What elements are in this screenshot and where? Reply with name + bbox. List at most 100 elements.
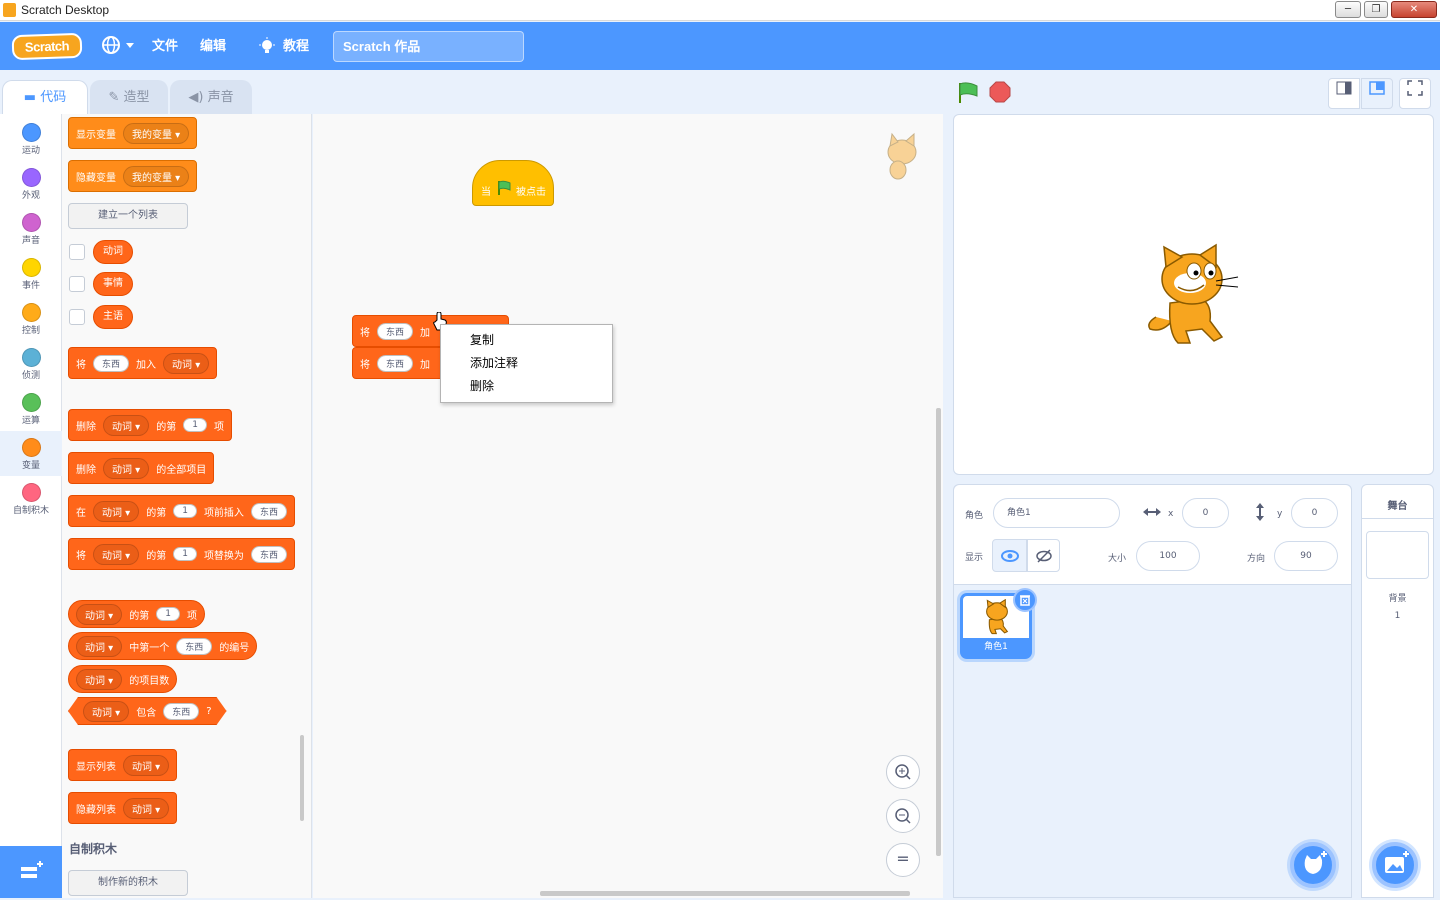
- replace-item-block[interactable]: 将 动词 ▾ 的第 1 项替换为 东西: [68, 538, 295, 570]
- list-checkbox[interactable]: [69, 276, 85, 292]
- item-input[interactable]: 东西: [250, 545, 287, 563]
- delete-sprite-button[interactable]: [1013, 588, 1037, 612]
- variable-dropdown[interactable]: 我的变量 ▾: [123, 165, 190, 187]
- stage-selector-panel[interactable]: 舞台 背景 1: [1361, 484, 1434, 898]
- zoom-in-button[interactable]: [886, 755, 920, 789]
- category-operators[interactable]: 运算: [0, 386, 62, 431]
- index-input[interactable]: 1: [173, 504, 197, 518]
- add-extension-button[interactable]: [0, 846, 62, 898]
- file-menu[interactable]: 文件: [152, 36, 178, 56]
- direction-input[interactable]: 90: [1274, 541, 1338, 571]
- list-reporter-subject[interactable]: 主语: [93, 305, 133, 329]
- tab-sounds[interactable]: ◀) 声音: [170, 80, 252, 114]
- context-menu-duplicate[interactable]: 复制: [441, 329, 612, 352]
- green-flag-button[interactable]: [957, 81, 979, 105]
- tab-costumes[interactable]: ✎ 造型: [90, 80, 168, 114]
- list-dropdown[interactable]: 动词 ▾: [163, 352, 210, 374]
- tab-code[interactable]: ▬ 代码: [2, 80, 88, 114]
- choose-sprite-button[interactable]: [1290, 842, 1336, 888]
- insert-item-block[interactable]: 在 动词 ▾ 的第 1 项前插入 东西: [68, 495, 295, 527]
- index-input[interactable]: 1: [156, 607, 180, 621]
- list-dropdown[interactable]: 动词 ▾: [103, 457, 150, 479]
- edit-menu[interactable]: 编辑: [200, 36, 226, 56]
- list-dropdown[interactable]: 动词 ▾: [103, 414, 150, 436]
- item-input[interactable]: 东西: [176, 637, 213, 655]
- list-dropdown[interactable]: 动词 ▾: [76, 635, 123, 657]
- list-dropdown[interactable]: 动词 ▾: [123, 797, 170, 819]
- index-input[interactable]: 1: [173, 547, 197, 561]
- show-sprite-button[interactable]: [992, 539, 1027, 572]
- category-variables[interactable]: 变量: [0, 431, 62, 476]
- scratch-logo[interactable]: Scratch: [11, 32, 83, 61]
- project-title-input[interactable]: Scratch 作品: [333, 31, 524, 62]
- category-dot: [21, 348, 41, 367]
- list-checkbox[interactable]: [69, 309, 85, 325]
- small-stage-button[interactable]: [1328, 78, 1360, 109]
- make-block-button[interactable]: 制作新的积木: [68, 870, 188, 896]
- choose-backdrop-button[interactable]: [1372, 842, 1418, 888]
- x-input[interactable]: 0: [1182, 498, 1229, 528]
- context-menu-delete[interactable]: 删除: [441, 375, 612, 398]
- item-of-list-reporter[interactable]: 动词 ▾ 的第 1 项: [68, 600, 205, 628]
- list-checkbox[interactable]: [69, 244, 85, 260]
- zoom-out-button[interactable]: [886, 799, 920, 833]
- category-dot: [21, 213, 41, 232]
- item-input[interactable]: 东西: [163, 703, 199, 720]
- list-dropdown[interactable]: 动词 ▾: [123, 754, 170, 776]
- hide-list-block[interactable]: 隐藏列表 动词 ▾: [68, 792, 178, 824]
- maximize-button[interactable]: ❐: [1364, 1, 1388, 18]
- list-dropdown[interactable]: 动词 ▾: [76, 603, 123, 625]
- category-sound[interactable]: 声音: [0, 206, 62, 251]
- category-sensing[interactable]: 侦测: [0, 341, 62, 386]
- index-of-item-reporter[interactable]: 动词 ▾ 中第一个 东西 的编号: [68, 632, 258, 660]
- list-dropdown[interactable]: 动词 ▾: [83, 701, 129, 722]
- script-horizontal-scrollbar[interactable]: [540, 891, 910, 896]
- context-menu-add-comment[interactable]: 添加注释: [441, 352, 612, 375]
- add-to-list-block[interactable]: 将 东西 加入 动词 ▾: [68, 347, 218, 379]
- size-input[interactable]: 100: [1136, 541, 1200, 571]
- tutorials-menu[interactable]: 教程: [283, 36, 309, 56]
- zoom-in-icon: [895, 764, 911, 780]
- length-of-list-reporter[interactable]: 动词 ▾ 的项目数: [68, 665, 178, 693]
- list-dropdown[interactable]: 动词 ▾: [93, 543, 140, 565]
- cat-sprite-icon[interactable]: [1142, 243, 1242, 347]
- language-menu[interactable]: [100, 34, 136, 56]
- list-dropdown[interactable]: 动词 ▾: [93, 500, 140, 522]
- zoom-reset-button[interactable]: =: [886, 843, 920, 877]
- index-input[interactable]: 1: [183, 418, 207, 432]
- list-reporter-thing[interactable]: 事情: [93, 272, 133, 296]
- backdrop-thumbnail[interactable]: [1366, 531, 1429, 579]
- list-reporter-verb[interactable]: 动词: [93, 240, 133, 264]
- item-input[interactable]: 东西: [377, 354, 414, 372]
- hide-variable-block[interactable]: 隐藏变量 我的变量 ▾: [68, 160, 198, 192]
- stop-button[interactable]: [989, 81, 1011, 103]
- delete-all-block[interactable]: 删除 动词 ▾ 的全部项目: [68, 452, 215, 484]
- show-variable-block[interactable]: 显示变量 我的变量 ▾: [68, 117, 198, 149]
- category-control[interactable]: 控制: [0, 296, 62, 341]
- list-dropdown[interactable]: 动词 ▾: [76, 668, 123, 690]
- item-input[interactable]: 东西: [250, 502, 287, 520]
- item-input[interactable]: 东西: [93, 354, 130, 372]
- category-looks[interactable]: 外观: [0, 161, 62, 206]
- item-input[interactable]: 东西: [377, 322, 414, 340]
- sprite-name-input[interactable]: 角色1: [993, 498, 1120, 528]
- list-contains-boolean[interactable]: 动词 ▾ 包含 东西 ?: [68, 697, 227, 725]
- palette-scrollbar[interactable]: [300, 735, 304, 821]
- y-input[interactable]: 0: [1291, 498, 1338, 528]
- script-vertical-scrollbar[interactable]: [936, 408, 941, 856]
- fullscreen-button[interactable]: [1399, 78, 1431, 109]
- speaker-icon: ◀): [188, 90, 204, 105]
- make-list-button[interactable]: 建立一个列表: [68, 203, 188, 229]
- close-button[interactable]: ✕: [1391, 1, 1437, 18]
- category-events[interactable]: 事件: [0, 251, 62, 296]
- variable-dropdown[interactable]: 我的变量 ▾: [123, 122, 190, 144]
- category-myblocks[interactable]: 自制积木: [0, 476, 62, 521]
- normal-stage-button[interactable]: [1361, 78, 1393, 109]
- category-motion[interactable]: 运动: [0, 116, 62, 161]
- script-area[interactable]: [313, 114, 943, 898]
- minimize-button[interactable]: ─: [1335, 1, 1361, 18]
- when-flag-clicked-block[interactable]: 当 被点击: [472, 160, 554, 206]
- hide-sprite-button[interactable]: [1027, 539, 1060, 572]
- delete-item-block[interactable]: 删除 动词 ▾ 的第 1 项: [68, 409, 232, 441]
- show-list-block[interactable]: 显示列表 动词 ▾: [68, 749, 178, 781]
